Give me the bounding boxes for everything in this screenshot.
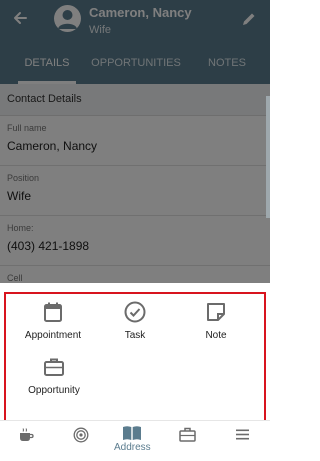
note-icon xyxy=(203,299,229,325)
nav-activities[interactable] xyxy=(18,427,34,443)
opportunity-label: Opportunity xyxy=(28,385,80,396)
nav-menu[interactable] xyxy=(236,429,249,440)
calendar-icon xyxy=(40,299,66,325)
nav-address[interactable]: Address xyxy=(114,425,151,453)
nav-opportunities[interactable] xyxy=(179,427,196,442)
nav-target[interactable] xyxy=(73,427,89,443)
task-label: Task xyxy=(124,330,146,341)
note-button[interactable]: Note xyxy=(198,299,234,341)
check-circle-icon xyxy=(122,299,148,325)
bottom-nav: Address xyxy=(0,420,270,461)
target-icon xyxy=(73,427,89,443)
opportunity-button[interactable]: Opportunity xyxy=(24,354,84,396)
coffee-icon xyxy=(20,428,34,441)
scrollbar[interactable] xyxy=(266,96,270,218)
briefcase-icon xyxy=(179,427,196,442)
nav-address-label: Address xyxy=(114,442,151,453)
appointment-label: Appointment xyxy=(24,330,82,341)
note-label: Note xyxy=(205,330,227,341)
briefcase-icon xyxy=(41,354,67,380)
appointment-button[interactable]: Appointment xyxy=(22,299,84,341)
menu-icon xyxy=(236,429,249,440)
book-icon xyxy=(123,426,142,440)
task-button[interactable]: Task xyxy=(117,299,153,341)
